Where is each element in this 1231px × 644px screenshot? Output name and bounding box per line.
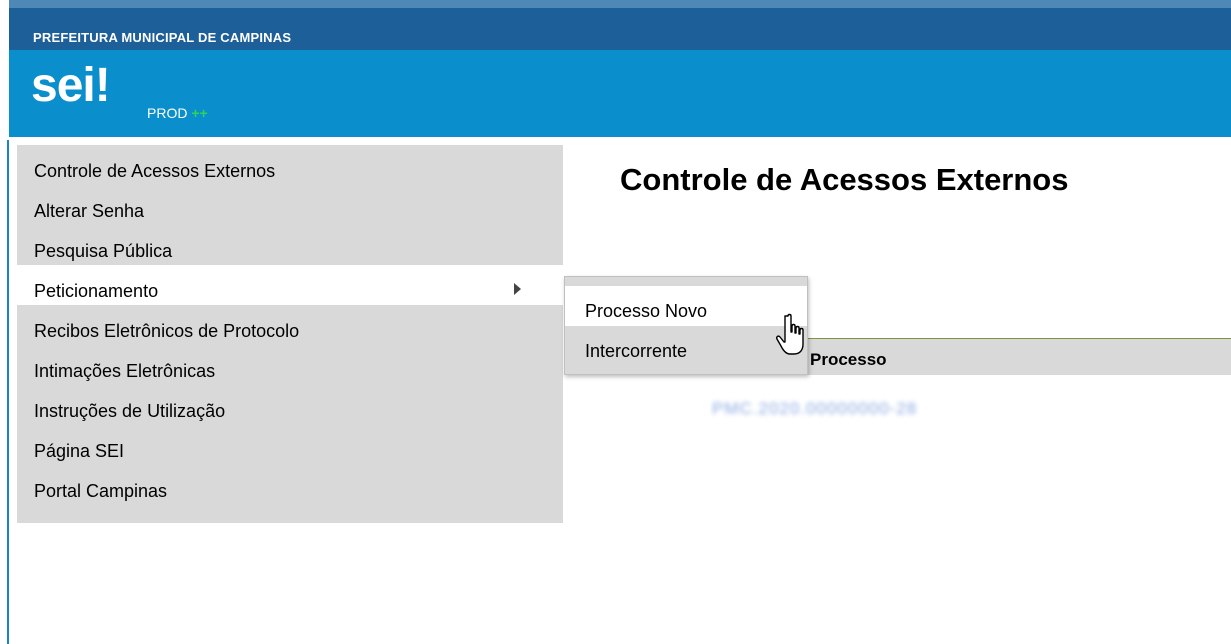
submenu-item-processo-novo[interactable]: Processo Novo: [565, 286, 807, 326]
sidebar-item-alterar-senha[interactable]: Alterar Senha: [17, 185, 563, 225]
org-bar: PREFEITURA MUNICIPAL DE CAMPINAS: [9, 0, 1231, 50]
column-header-processo: Processo: [810, 350, 887, 369]
sidebar-item-label: Portal Campinas: [34, 481, 168, 501]
sidebar-item-instrucoes-utilizacao[interactable]: Instruções de Utilização: [17, 385, 563, 425]
submenu-item-label: Intercorrente: [585, 341, 688, 361]
header-separator: [9, 137, 1231, 144]
sidebar-item-intimacoes-eletronicas[interactable]: Intimações Eletrônicas: [17, 345, 563, 385]
sidebar-item-label: Página SEI: [34, 441, 125, 461]
org-name: PREFEITURA MUNICIPAL DE CAMPINAS: [33, 30, 292, 45]
sidebar-menu: Controle de Acessos Externos Alterar Sen…: [17, 145, 563, 523]
sidebar-item-pagina-sei[interactable]: Página SEI: [17, 425, 563, 465]
sidebar-item-peticionamento[interactable]: Peticionamento: [17, 265, 563, 305]
logo-text: sei: [31, 59, 96, 112]
page: PREFEITURA MUNICIPAL DE CAMPINAS sei! PR…: [0, 0, 1231, 644]
sei-logo[interactable]: sei!: [31, 59, 111, 112]
sidebar-item-label: Alterar Senha: [34, 201, 145, 221]
left-border: [0, 0, 9, 644]
sidebar-item-recibos-eletronicos[interactable]: Recibos Eletrônicos de Protocolo: [17, 305, 563, 345]
processo-link[interactable]: PMC.2020.00000000-28: [712, 399, 917, 419]
sidebar-item-label: Recibos Eletrônicos de Protocolo: [34, 321, 300, 341]
sidebar-item-label: Controle de Acessos Externos: [34, 161, 276, 181]
logo-bang: !: [94, 59, 111, 112]
submenu-item-intercorrente[interactable]: Intercorrente: [565, 326, 807, 366]
environment-suffix: ++: [191, 105, 208, 121]
submenu-item-label: Processo Novo: [585, 301, 708, 321]
sidebar-item-label: Intimações Eletrônicas: [34, 361, 216, 381]
peticionamento-submenu: Processo Novo Intercorrente: [564, 276, 808, 375]
sidebar-item-pesquisa-publica[interactable]: Pesquisa Pública: [17, 225, 563, 265]
environment-label: PROD ++: [147, 105, 208, 121]
page-title: Controle de Acessos Externos: [620, 162, 1069, 197]
sidebar-item-label: Instruções de Utilização: [34, 401, 226, 421]
brand-bar: sei! PROD ++: [9, 50, 1231, 137]
sidebar-item-controle-acessos-externos[interactable]: Controle de Acessos Externos: [17, 145, 563, 185]
triangle-right-icon: [514, 283, 521, 295]
sidebar-item-label: Pesquisa Pública: [34, 241, 173, 261]
environment-name: PROD: [147, 105, 188, 121]
sidebar-item-label: Peticionamento: [34, 281, 159, 301]
sidebar-item-portal-campinas[interactable]: Portal Campinas: [17, 465, 563, 505]
